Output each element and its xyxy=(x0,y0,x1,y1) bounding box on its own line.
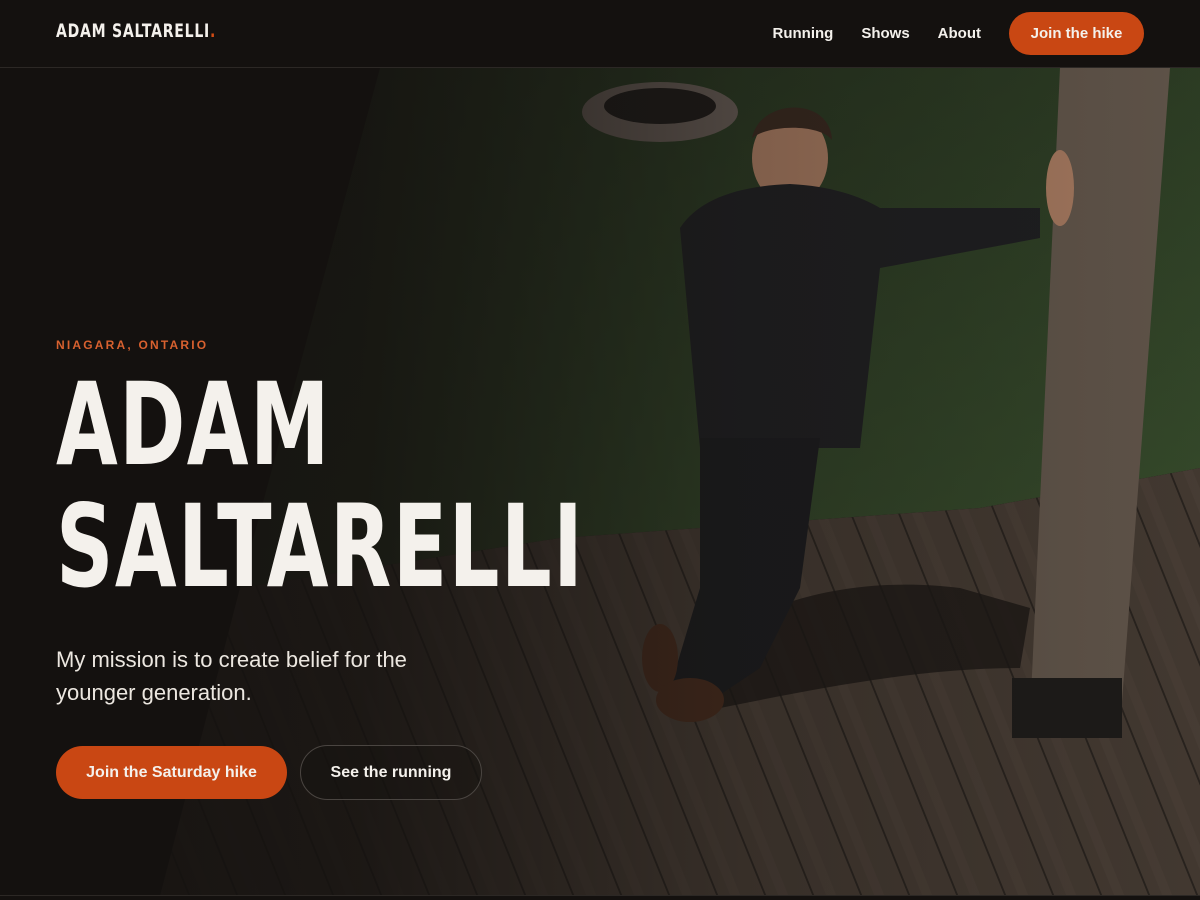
section-divider xyxy=(0,895,1200,900)
main-nav: Running Shows About Join the hike xyxy=(773,12,1144,55)
mission-tagline: My mission is to create belief for the y… xyxy=(56,647,407,705)
nav-link-about[interactable]: About xyxy=(938,25,981,42)
site-logo[interactable]: ADAM SALTARELLI. xyxy=(56,20,216,42)
location-eyebrow: NIAGARA, ONTARIO xyxy=(56,338,209,352)
logo-text: ADAM SALTARELLI xyxy=(56,20,211,42)
hero-title-line-2: SALTARELLI xyxy=(56,480,585,613)
join-saturday-hike-button[interactable]: Join the Saturday hike xyxy=(56,746,287,799)
see-running-button[interactable]: See the running xyxy=(300,745,482,800)
nav-link-shows[interactable]: Shows xyxy=(861,25,909,42)
logo-dot: . xyxy=(210,20,217,42)
site-header: ADAM SALTARELLI. Running Shows About Joi… xyxy=(0,0,1200,68)
join-hike-button[interactable]: Join the hike xyxy=(1009,12,1144,55)
nav-link-running[interactable]: Running xyxy=(773,25,834,42)
hero-title: ADAM SALTARELLI xyxy=(56,364,584,608)
hero-title-line-1: ADAM xyxy=(56,358,331,491)
